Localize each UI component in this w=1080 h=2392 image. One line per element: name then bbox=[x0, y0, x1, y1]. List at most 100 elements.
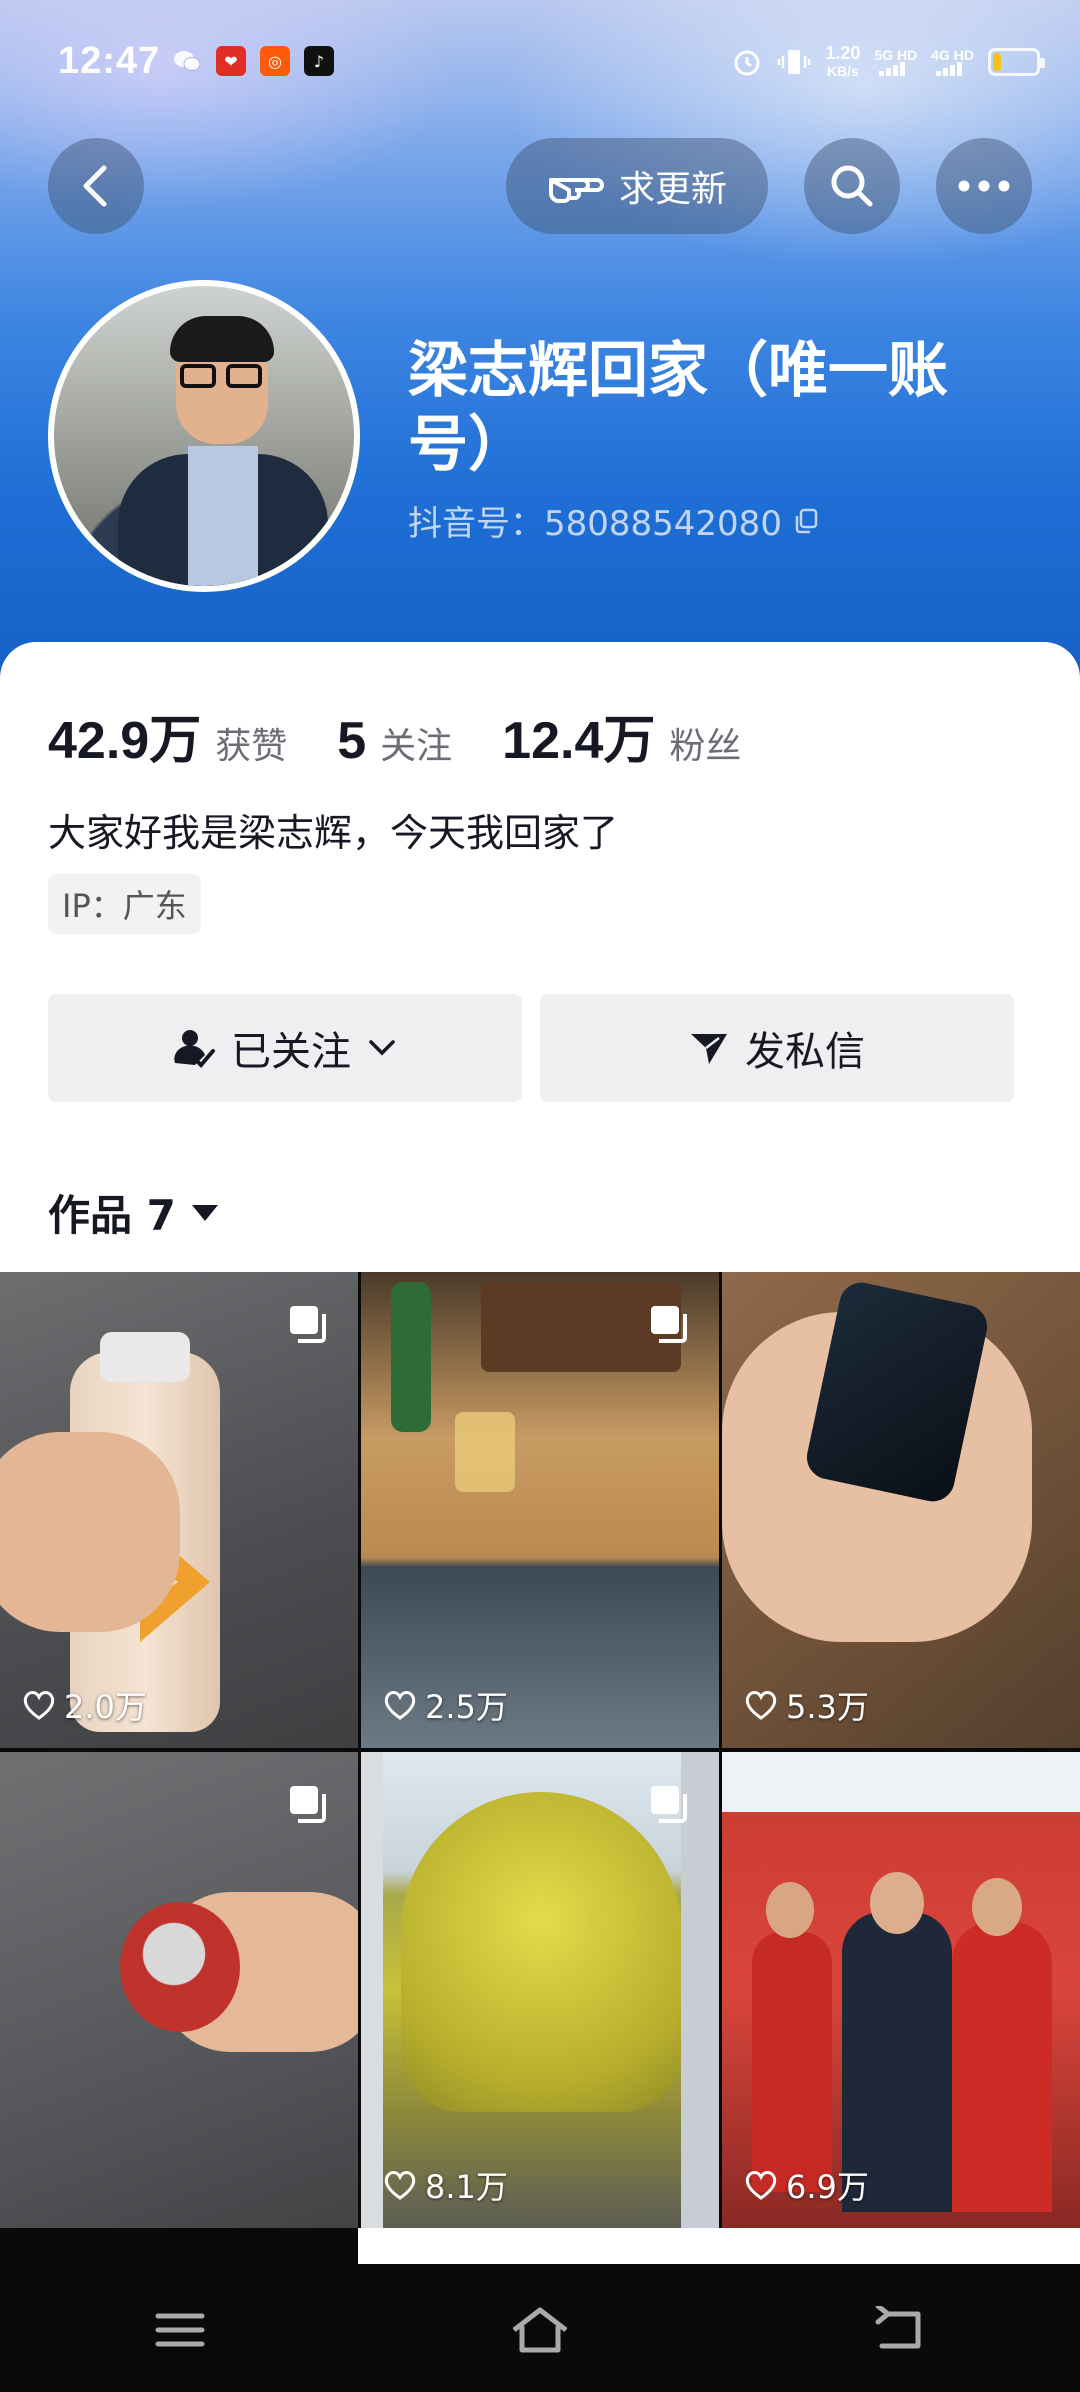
user-check-icon bbox=[174, 1030, 215, 1068]
beer-glass bbox=[455, 1412, 515, 1492]
multi-image-icon bbox=[290, 1306, 326, 1343]
following-count[interactable]: 5 bbox=[337, 711, 366, 771]
hand-shape bbox=[0, 1432, 180, 1632]
chevron-down-icon bbox=[369, 1040, 395, 1056]
back-button[interactable] bbox=[48, 138, 144, 234]
back-nav-button[interactable] bbox=[850, 2290, 950, 2370]
request-update-label: 求更新 bbox=[618, 169, 727, 210]
heart-icon bbox=[384, 1691, 416, 1720]
video-thumbnail[interactable]: 2.0万 bbox=[0, 1272, 358, 1748]
chevron-left-icon bbox=[83, 165, 107, 207]
sim1-label: 5G HD bbox=[874, 47, 918, 63]
send-message-label: 发私信 bbox=[745, 1029, 865, 1075]
works-grid: 2.0万 2.5万 5.3万 8.1万 6.9万 bbox=[0, 1272, 1080, 2228]
signal-icon bbox=[935, 62, 962, 76]
followed-button[interactable]: 已关注 bbox=[48, 994, 522, 1102]
kuaishou-icon: ◎ bbox=[260, 46, 290, 76]
video-likes-count: 5.3万 bbox=[786, 1688, 869, 1726]
followed-label: 已关注 bbox=[231, 1029, 351, 1075]
send-message-button[interactable]: 发私信 bbox=[540, 994, 1014, 1102]
network-speed: 1.20 KB/s bbox=[825, 44, 860, 80]
person-face bbox=[766, 1882, 814, 1938]
video-thumbnail[interactable]: 5.3万 bbox=[722, 1272, 1080, 1748]
menu-icon bbox=[155, 2313, 205, 2347]
video-likes-count: 2.5万 bbox=[425, 1688, 508, 1726]
avatar-glasses-right bbox=[226, 364, 262, 388]
tiktok-icon: ♪ bbox=[304, 46, 334, 76]
wechat-icon bbox=[174, 51, 201, 71]
sky-shape bbox=[722, 1752, 1080, 1812]
works-tab-label: 作品 7 bbox=[48, 1191, 176, 1240]
more-button[interactable] bbox=[936, 138, 1032, 234]
multi-image-icon bbox=[651, 1786, 687, 1823]
tree-shape bbox=[401, 1792, 681, 2112]
followers-count[interactable]: 12.4万 bbox=[502, 698, 655, 773]
ip-location-tag: IP：广东 bbox=[48, 874, 201, 934]
person-face bbox=[972, 1878, 1022, 1936]
video-likes: 5.3万 bbox=[744, 1682, 869, 1728]
copy-icon[interactable] bbox=[792, 507, 820, 535]
heart-icon bbox=[745, 2171, 777, 2200]
heart-icon bbox=[745, 1691, 777, 1720]
person-shape bbox=[752, 1932, 832, 2192]
building-left bbox=[361, 1752, 383, 2228]
sim1-signal: 5G HD bbox=[874, 48, 917, 76]
battery-level bbox=[993, 53, 1002, 71]
video-thumbnail[interactable]: 6.9万 bbox=[722, 1752, 1080, 2228]
avatar-glasses-left bbox=[180, 364, 216, 388]
request-update-button[interactable]: 求更新 bbox=[506, 138, 768, 234]
profile-stats: 42.9万 获赞 5 关注 12.4万 粉丝 bbox=[48, 698, 791, 773]
profile-bio: 大家好我是梁志辉，今天我回家了 bbox=[48, 811, 619, 855]
multi-image-icon bbox=[651, 1306, 687, 1343]
network-speed-value: 1.20 bbox=[825, 43, 861, 63]
bottle-cap bbox=[100, 1332, 190, 1382]
status-bar: 12:47 ❤ ◎ ♪ 1.20 KB/s 5G HD 4G HD bbox=[0, 0, 1080, 120]
status-time: 12:47 bbox=[58, 40, 161, 82]
person-face bbox=[870, 1872, 924, 1934]
video-likes-count: 6.9万 bbox=[786, 2168, 869, 2206]
caret-down-icon bbox=[191, 1204, 218, 1221]
following-label: 关注 bbox=[380, 726, 453, 767]
pointing-hand-icon bbox=[548, 178, 604, 203]
alarm-icon bbox=[734, 50, 760, 76]
video-thumbnail[interactable]: 2.5万 bbox=[361, 1272, 719, 1748]
video-thumbnail[interactable] bbox=[0, 1752, 358, 2228]
vibrate-icon bbox=[778, 50, 811, 74]
video-likes: 8.1万 bbox=[383, 2162, 508, 2208]
home-button[interactable] bbox=[490, 2290, 590, 2370]
back-arrow-icon bbox=[875, 2306, 921, 2349]
profile-card: 42.9万 获赞 5 关注 12.4万 粉丝 大家好我是梁志辉，今天我回家了 I… bbox=[0, 642, 1080, 1272]
notification-icons: ❤ ◎ ♪ bbox=[172, 46, 334, 76]
search-button[interactable] bbox=[804, 138, 900, 234]
system-navigation-bar bbox=[0, 2268, 1080, 2392]
grid-bottom-strip bbox=[358, 2228, 1080, 2264]
menu-button[interactable] bbox=[130, 2290, 230, 2370]
beer-bottle bbox=[391, 1282, 431, 1432]
can-shape bbox=[120, 1902, 240, 2032]
more-icon bbox=[958, 180, 1010, 192]
sim2-label: 4G HD bbox=[931, 47, 974, 63]
home-icon bbox=[512, 2307, 568, 2353]
person-shape bbox=[952, 1922, 1052, 2212]
heart-icon bbox=[384, 2171, 416, 2200]
avatar[interactable] bbox=[48, 280, 360, 592]
followers-label: 粉丝 bbox=[669, 726, 742, 767]
status-indicators: 1.20 KB/s 5G HD 4G HD bbox=[731, 44, 1045, 80]
paper-plane-icon bbox=[691, 1034, 727, 1064]
tab-works[interactable]: 作品 7 bbox=[48, 1182, 220, 1243]
likes-label: 获赞 bbox=[215, 726, 288, 767]
network-speed-unit: KB/s bbox=[826, 63, 859, 79]
video-likes: 6.9万 bbox=[744, 2162, 869, 2208]
video-likes-count: 8.1万 bbox=[425, 2168, 508, 2206]
avatar-shirt bbox=[188, 446, 258, 586]
likes-count[interactable]: 42.9万 bbox=[48, 698, 201, 773]
heart-icon bbox=[23, 1691, 55, 1720]
video-likes-count: 2.0万 bbox=[64, 1688, 147, 1726]
douyin-id-text: 抖音号：58088542080 bbox=[408, 504, 782, 544]
douyin-id[interactable]: 抖音号：58088542080 bbox=[408, 496, 820, 545]
battery-icon bbox=[988, 48, 1045, 76]
multi-image-icon bbox=[290, 1786, 326, 1823]
avatar-hair bbox=[170, 316, 274, 362]
profile-name: 梁志辉回家（唯一账号） bbox=[408, 336, 948, 480]
video-thumbnail[interactable]: 8.1万 bbox=[361, 1752, 719, 2228]
